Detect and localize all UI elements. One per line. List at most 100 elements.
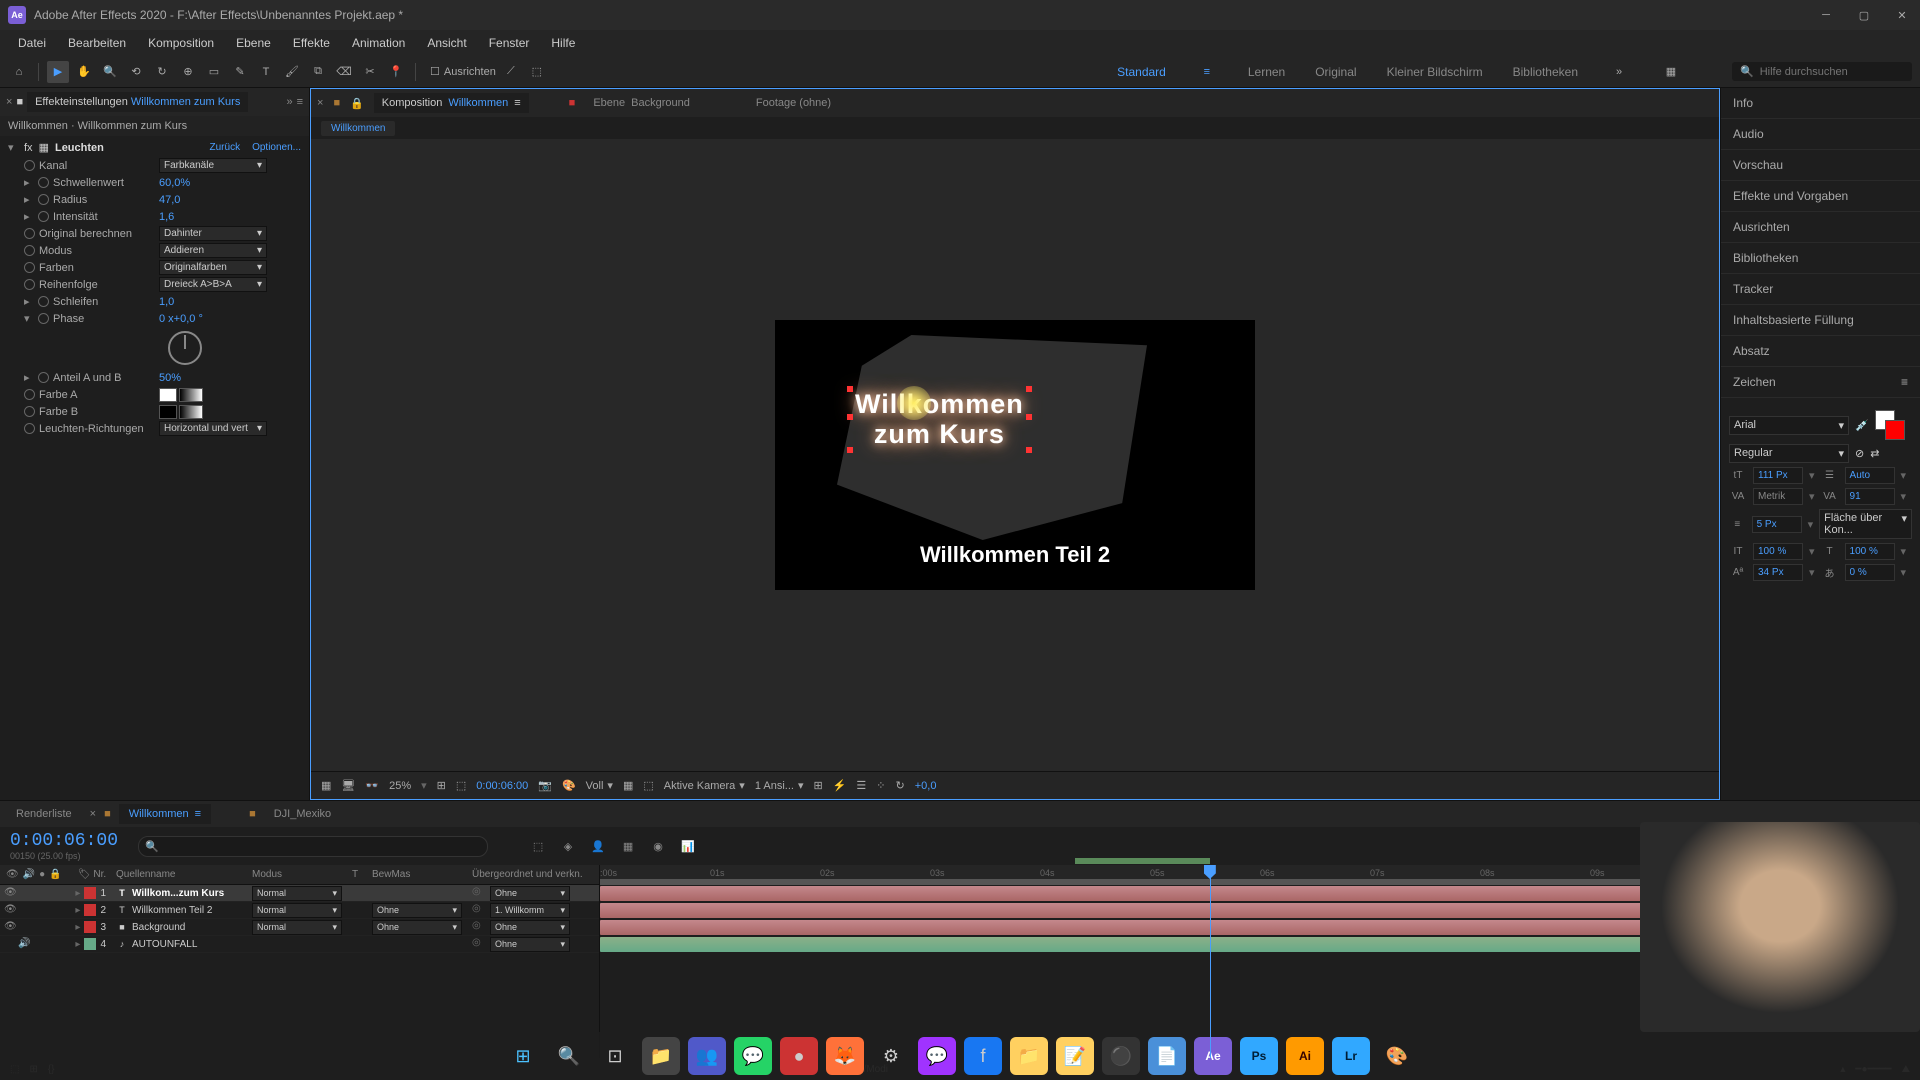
- options-link[interactable]: Optionen...: [252, 142, 301, 153]
- pen-tool[interactable]: ✎: [229, 61, 251, 83]
- audio-section[interactable]: Audio: [1721, 119, 1920, 150]
- footage-timeline-tab[interactable]: DJI_Mexiko: [264, 804, 341, 824]
- panel-lock-icon[interactable]: ■: [16, 96, 23, 108]
- monitor-icon[interactable]: 🖥: [341, 779, 355, 792]
- fx-mask-icon[interactable]: ▦: [39, 141, 49, 154]
- channel-icon[interactable]: 🎨: [562, 779, 576, 792]
- expand-icon[interactable]: ▸: [24, 210, 34, 223]
- teams-icon[interactable]: 👥: [688, 1037, 726, 1075]
- selection-handle[interactable]: [1026, 414, 1032, 420]
- views-dropdown[interactable]: 1 Ansi... ▾: [755, 779, 804, 792]
- text-color-picker[interactable]: [1875, 410, 1905, 440]
- expand-icon[interactable]: ▸: [24, 176, 34, 189]
- workspace-standard[interactable]: Standard: [1117, 65, 1166, 79]
- rect-tool[interactable]: ▭: [203, 61, 225, 83]
- expand-icon[interactable]: ▸: [75, 939, 80, 950]
- panel-menu-icon[interactable]: ≡: [1901, 375, 1908, 389]
- roto-tool[interactable]: ✂: [359, 61, 381, 83]
- selection-handle[interactable]: [1026, 386, 1032, 392]
- paragraph-section[interactable]: Absatz: [1721, 336, 1920, 367]
- tab-close-icon[interactable]: ×: [90, 808, 96, 820]
- pickwhip-icon[interactable]: ◎: [472, 886, 486, 900]
- stopwatch-icon[interactable]: [24, 389, 35, 400]
- info-section[interactable]: Info: [1721, 88, 1920, 119]
- workspace-grid-icon[interactable]: ▦: [1660, 61, 1682, 83]
- menu-datei[interactable]: Datei: [8, 32, 56, 54]
- selection-handle[interactable]: [847, 386, 853, 392]
- timeline-search[interactable]: 🔍: [138, 836, 488, 857]
- speaker-column-icon[interactable]: 🔊: [23, 869, 35, 880]
- pixel-aspect-icon[interactable]: ⊞: [814, 779, 823, 792]
- blend-mode-dropdown[interactable]: Normal▾: [252, 920, 342, 935]
- panel-menu-icon[interactable]: ≡: [297, 96, 303, 108]
- app-icon[interactable]: 🎨: [1378, 1037, 1416, 1075]
- expand-icon[interactable]: ▸: [75, 905, 80, 916]
- after-effects-icon[interactable]: Ae: [1194, 1037, 1232, 1075]
- track-matte-dropdown[interactable]: Ohne▾: [372, 920, 462, 935]
- blend-mode-dropdown[interactable]: Normal▾: [252, 903, 342, 918]
- parent-dropdown[interactable]: 1. Willkomm▾: [490, 903, 570, 918]
- minimize-button[interactable]: ─: [1816, 5, 1836, 25]
- hand-tool[interactable]: ✋: [73, 61, 95, 83]
- stroke-width-input[interactable]: [1752, 516, 1802, 533]
- effects-presets-section[interactable]: Effekte und Vorgaben: [1721, 181, 1920, 212]
- expand-icon[interactable]: ▸: [24, 371, 34, 384]
- tracker-section[interactable]: Tracker: [1721, 274, 1920, 305]
- pickwhip-icon[interactable]: ◎: [472, 903, 486, 917]
- app-icon[interactable]: 📝: [1056, 1037, 1094, 1075]
- graph-editor-icon[interactable]: 📊: [678, 836, 698, 856]
- tsume-input[interactable]: [1845, 564, 1895, 581]
- layer-row[interactable]: 👁 ▸ 1 T Willkom...zum Kurs Normal▾ ◎ Ohn…: [0, 885, 599, 902]
- expand-icon[interactable]: ▾: [8, 141, 18, 154]
- eraser-tool[interactable]: ⌫: [333, 61, 355, 83]
- obs-icon[interactable]: ⚫: [1102, 1037, 1140, 1075]
- file-explorer-icon[interactable]: 📁: [642, 1037, 680, 1075]
- kanal-dropdown[interactable]: Farbkanäle▾: [159, 158, 267, 173]
- zoom-tool[interactable]: 🔍: [99, 61, 121, 83]
- snap-icon[interactable]: ⟋: [500, 61, 522, 83]
- expand-icon[interactable]: ▸: [24, 295, 34, 308]
- timeline-timecode[interactable]: 0:00:06:00: [10, 831, 118, 851]
- lock-column-icon[interactable]: 🔒: [49, 869, 61, 880]
- layer-name[interactable]: Background: [132, 922, 185, 933]
- baseline-input[interactable]: [1753, 564, 1803, 581]
- workspace-klein[interactable]: Kleiner Bildschirm: [1387, 65, 1483, 79]
- workspace-original[interactable]: Original: [1315, 65, 1356, 79]
- content-aware-section[interactable]: Inhaltsbasierte Füllung: [1721, 305, 1920, 336]
- align-checkbox[interactable]: ☐ Ausrichten: [430, 65, 496, 78]
- layer-row[interactable]: 🔊 ▸ 4 ♪ AUTOUNFALL ◎ Ohne▾: [0, 936, 599, 953]
- phase-value[interactable]: 0 x+0,0 °: [159, 313, 203, 325]
- resolution-dropdown[interactable]: Voll ▾: [586, 779, 613, 792]
- text-layer-1[interactable]: Willkommen zum Kurs: [855, 390, 1024, 449]
- anteil-value[interactable]: 50%: [159, 372, 181, 384]
- search-taskbar-icon[interactable]: 🔍: [550, 1037, 588, 1075]
- richtungen-dropdown[interactable]: Horizontal und vert▾: [159, 421, 267, 436]
- visibility-toggle[interactable]: 👁: [4, 921, 16, 933]
- menu-ebene[interactable]: Ebene: [226, 32, 281, 54]
- stopwatch-icon[interactable]: [38, 177, 49, 188]
- selection-handle[interactable]: [847, 414, 853, 420]
- stopwatch-icon[interactable]: [38, 313, 49, 324]
- audio-toggle[interactable]: 🔊: [18, 938, 30, 950]
- menu-fenster[interactable]: Fenster: [479, 32, 540, 54]
- reihenfolge-dropdown[interactable]: Dreieck A>B>A▾: [159, 277, 267, 292]
- lightroom-icon[interactable]: Lr: [1332, 1037, 1370, 1075]
- layer-color-tag[interactable]: [84, 887, 96, 899]
- phase-dial[interactable]: [168, 331, 202, 365]
- tracking-input[interactable]: 91: [1845, 488, 1895, 505]
- messenger-icon[interactable]: 💬: [918, 1037, 956, 1075]
- comp-mini-icon[interactable]: ⬚: [528, 836, 548, 856]
- parent-dropdown[interactable]: Ohne▾: [490, 937, 570, 952]
- parent-dropdown[interactable]: Ohne▾: [490, 886, 570, 901]
- pickwhip-icon[interactable]: ◎: [472, 937, 486, 951]
- start-button[interactable]: ⊞: [504, 1037, 542, 1075]
- stopwatch-icon[interactable]: [24, 228, 35, 239]
- menu-ansicht[interactable]: Ansicht: [417, 32, 476, 54]
- stopwatch-icon[interactable]: [38, 372, 49, 383]
- visibility-toggle[interactable]: 👁: [4, 887, 16, 899]
- timeline-icon[interactable]: ☰: [856, 779, 866, 792]
- eyedropper-icon[interactable]: 💉: [1855, 419, 1869, 432]
- stopwatch-icon[interactable]: [24, 279, 35, 290]
- help-search-input[interactable]: [1760, 66, 1904, 78]
- motion-blur-icon[interactable]: ◉: [648, 836, 668, 856]
